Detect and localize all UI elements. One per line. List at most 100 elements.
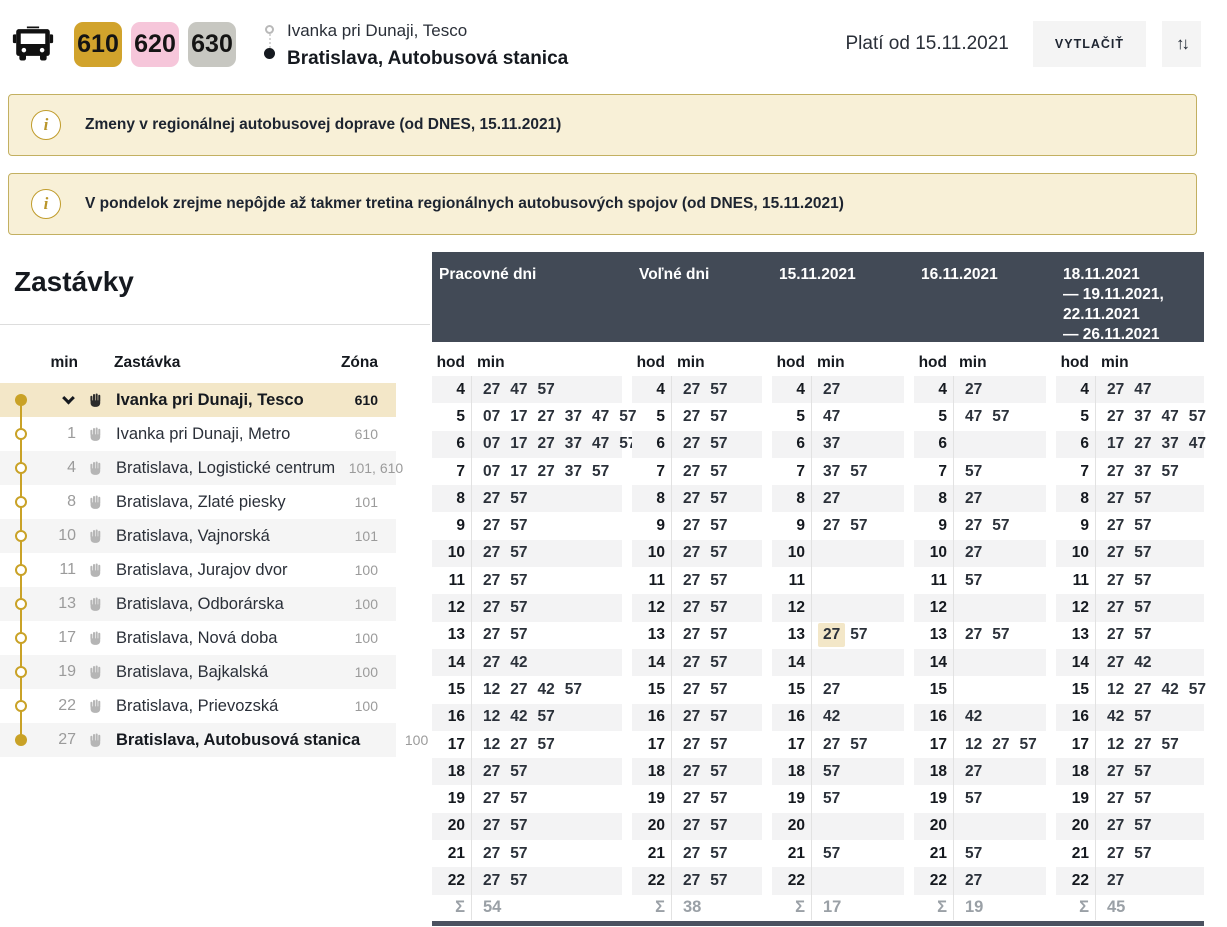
departure-time[interactable]: 12 — [1107, 681, 1124, 699]
departure-time[interactable]: 27 — [1107, 490, 1124, 508]
departure-time[interactable]: 57 — [710, 654, 727, 672]
departure-time[interactable]: 37 — [1134, 463, 1151, 481]
departure-time[interactable]: 37 — [565, 463, 582, 481]
departure-time[interactable]: 42 — [1162, 681, 1179, 699]
departure-time[interactable]: 27 — [683, 626, 700, 644]
stop-name[interactable]: Bratislava, Prievozská — [114, 697, 310, 716]
departure-time[interactable]: 42 — [1107, 708, 1124, 726]
departure-time[interactable]: 27 — [538, 408, 555, 426]
departure-time[interactable]: 57 — [823, 763, 840, 781]
departure-time[interactable]: 27 — [683, 654, 700, 672]
departure-time[interactable]: 27 — [483, 790, 500, 808]
departure-time[interactable]: 42 — [1134, 654, 1151, 672]
departure-time[interactable]: 17 — [510, 463, 527, 481]
departure-time[interactable]: 57 — [965, 845, 982, 863]
departure-time[interactable]: 27 — [483, 626, 500, 644]
departure-time[interactable]: 57 — [510, 790, 527, 808]
departure-time[interactable]: 57 — [510, 817, 527, 835]
departure-time[interactable]: 57 — [1134, 626, 1151, 644]
stop-row[interactable]: 4 Bratislava, Logistické centrum 101, 610 — [0, 451, 403, 485]
departure-time[interactable]: 27 — [683, 408, 700, 426]
departure-time[interactable]: 27 — [510, 681, 527, 699]
stop-row[interactable]: 27 Bratislava, Autobusová stanica 100 — [0, 723, 428, 757]
departure-time[interactable]: 27 — [683, 599, 700, 617]
stop-name[interactable]: Bratislava, Logistické centrum — [114, 459, 335, 478]
departure-time[interactable]: 37 — [823, 435, 840, 453]
stop-row[interactable]: 11 Bratislava, Jurajov dvor 100 — [0, 553, 396, 587]
stop-row[interactable]: 10 Bratislava, Vajnorská 101 — [0, 519, 396, 553]
departure-time[interactable]: 57 — [510, 490, 527, 508]
departure-time[interactable]: 27 — [1107, 654, 1124, 672]
departure-time[interactable]: 57 — [1134, 817, 1151, 835]
departure-time[interactable]: 27 — [1107, 599, 1124, 617]
stop-name[interactable]: Bratislava, Nová doba — [114, 629, 310, 648]
departure-time[interactable]: 57 — [710, 763, 727, 781]
departure-time[interactable]: 27 — [483, 845, 500, 863]
departure-time[interactable]: 07 — [483, 435, 500, 453]
departure-time[interactable]: 57 — [538, 381, 555, 399]
departure-time[interactable]: 57 — [710, 736, 727, 754]
departure-time[interactable]: 37 — [1162, 435, 1179, 453]
chevron-down-icon[interactable] — [62, 391, 75, 405]
departure-time[interactable]: 27 — [483, 654, 500, 672]
departure-time[interactable]: 57 — [992, 626, 1009, 644]
notice-banner-1[interactable]: i Zmeny v regionálnej autobusovej doprav… — [8, 94, 1197, 156]
departure-time[interactable]: 27 — [483, 599, 500, 617]
departure-time[interactable]: 57 — [510, 763, 527, 781]
departure-time[interactable]: 57 — [710, 626, 727, 644]
departure-time[interactable]: 27 — [1134, 435, 1151, 453]
departure-time[interactable]: 57 — [823, 845, 840, 863]
stop-row[interactable]: 1 Ivanka pri Dunaji, Metro 610 — [0, 417, 396, 451]
departure-time[interactable]: 57 — [1134, 517, 1151, 535]
departure-time[interactable]: 27 — [1134, 736, 1151, 754]
route-badge-620[interactable]: 620 — [131, 21, 179, 67]
stop-name[interactable]: Bratislava, Odborárska — [114, 595, 310, 614]
departure-time[interactable]: 27 — [1107, 544, 1124, 562]
departure-time[interactable]: 27 — [1107, 817, 1124, 835]
departure-time[interactable]: 27 — [483, 817, 500, 835]
departure-time[interactable]: 27 — [510, 736, 527, 754]
departure-time[interactable]: 57 — [850, 626, 867, 644]
departure-time[interactable]: 47 — [1134, 381, 1151, 399]
departure-time[interactable]: 07 — [483, 463, 500, 481]
departure-time[interactable]: 57 — [710, 790, 727, 808]
departure-time[interactable]: 57 — [1134, 708, 1151, 726]
departure-time[interactable]: 42 — [823, 708, 840, 726]
departure-time[interactable]: 27 — [823, 681, 840, 699]
departure-time[interactable]: 57 — [710, 599, 727, 617]
departure-time[interactable]: 57 — [710, 463, 727, 481]
departure-time[interactable]: 42 — [965, 708, 982, 726]
departure-time[interactable]: 47 — [823, 408, 840, 426]
departure-time[interactable]: 27 — [683, 790, 700, 808]
departure-time[interactable]: 57 — [710, 708, 727, 726]
departure-time[interactable]: 27 — [683, 381, 700, 399]
departure-time[interactable]: 57 — [710, 490, 727, 508]
departure-time[interactable]: 57 — [965, 463, 982, 481]
departure-time[interactable]: 27 — [683, 872, 700, 890]
stop-row[interactable]: 22 Bratislava, Prievozská 100 — [0, 689, 396, 723]
departure-time[interactable]: 27 — [965, 626, 982, 644]
departure-time[interactable]: 37 — [565, 435, 582, 453]
departure-time[interactable]: 27 — [1107, 381, 1124, 399]
departure-time[interactable]: 57 — [710, 572, 727, 590]
departure-time[interactable]: 27 — [965, 381, 982, 399]
departure-time[interactable]: 57 — [565, 681, 582, 699]
departure-time[interactable]: 57 — [1162, 463, 1179, 481]
departure-time[interactable]: 27 — [1107, 626, 1124, 644]
departure-time[interactable]: 27 — [1107, 463, 1124, 481]
departure-time[interactable]: 17 — [1107, 435, 1124, 453]
departure-time[interactable]: 42 — [510, 708, 527, 726]
departure-time[interactable]: 47 — [1189, 435, 1206, 453]
departure-time[interactable]: 57 — [850, 517, 867, 535]
departure-time[interactable]: 27 — [483, 872, 500, 890]
departure-time[interactable]: 57 — [510, 517, 527, 535]
departure-time[interactable]: 27 — [683, 490, 700, 508]
departure-time[interactable]: 42 — [510, 654, 527, 672]
stop-row[interactable]: 19 Bratislava, Bajkalská 100 — [0, 655, 396, 689]
departure-time[interactable]: 27 — [683, 572, 700, 590]
departure-time[interactable]: 57 — [1189, 681, 1206, 699]
departure-time[interactable]: 27 — [683, 736, 700, 754]
departure-time[interactable]: 57 — [850, 736, 867, 754]
stop-name[interactable]: Ivanka pri Dunaji, Metro — [114, 425, 310, 444]
departure-time[interactable]: 27 — [1107, 845, 1124, 863]
